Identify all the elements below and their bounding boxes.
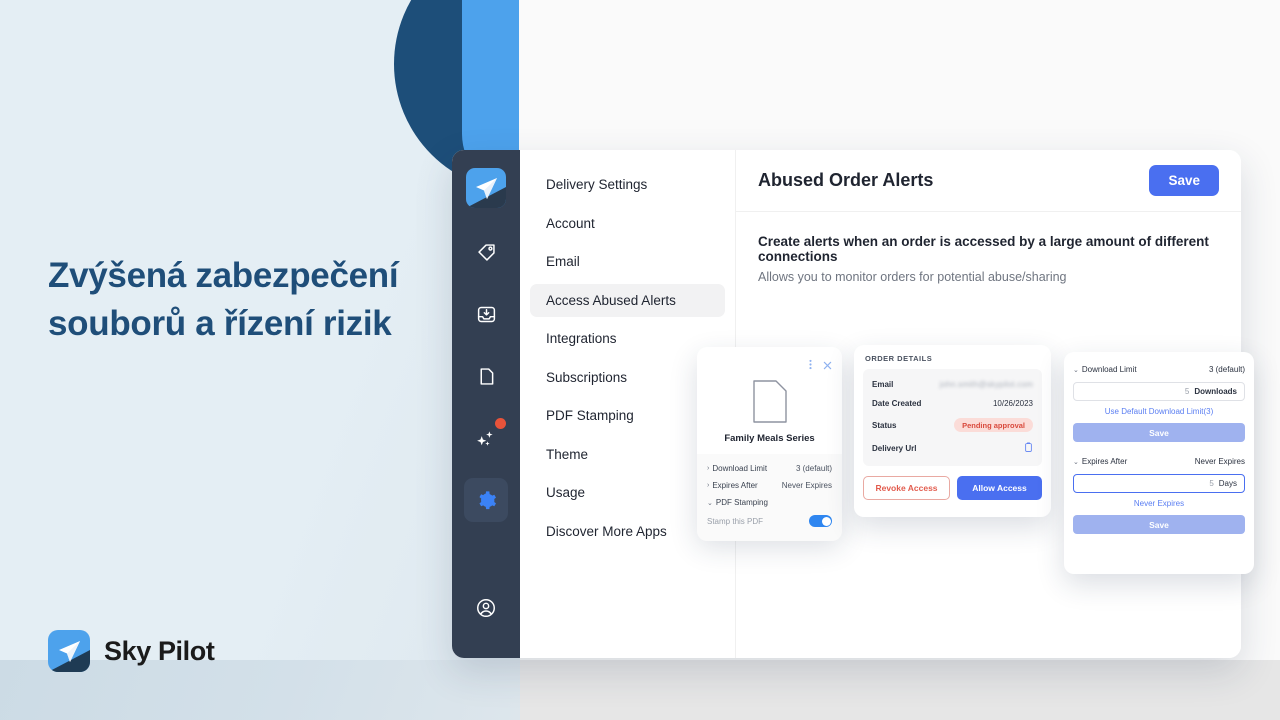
save-button[interactable]: Save <box>1149 165 1219 196</box>
file-row-expires-after-value: Never Expires <box>781 481 832 490</box>
download-limit-input-value: 5 <box>1184 387 1190 396</box>
sidebar-item-delivery-settings[interactable]: Delivery Settings <box>530 168 725 201</box>
allow-access-button[interactable]: Allow Access <box>957 476 1042 500</box>
sidebar-item-theme[interactable]: Theme <box>530 438 725 471</box>
order-row-email-value: john.smith@skypilot.com <box>939 380 1033 389</box>
download-limit-input[interactable]: 5 Downloads <box>1073 382 1245 401</box>
sidebar-item-document-icon[interactable] <box>464 354 508 398</box>
revoke-access-button[interactable]: Revoke Access <box>863 476 950 500</box>
limits-divider <box>1073 444 1245 452</box>
file-settings-rows: › Download Limit 3 (default) › Expires Aft… <box>697 454 842 541</box>
sky-pilot-logo-icon <box>48 630 90 672</box>
chevron-down-icon: ⌄ <box>1073 458 1079 466</box>
sidebar-item-discover-more-apps[interactable]: Discover More Apps <box>530 515 725 548</box>
download-limit-label: Download Limit <box>1081 365 1137 374</box>
main-title: Abused Order Alerts <box>758 170 934 190</box>
sidebar-item-sky-pilot-logo-icon[interactable] <box>466 168 506 208</box>
alerts-description-subtitle: Allows you to monitor orders for potenti… <box>758 270 1067 284</box>
download-limit-header[interactable]: ⌄ Download Limit 3 (default) <box>1073 362 1245 377</box>
order-row-date-created: Date Created 10/26/2023 <box>872 394 1033 413</box>
page-title: Zvýšená zabezpečení souborů a řízení riz… <box>48 256 399 343</box>
expires-after-section: ⌄ Expires After Never Expires 5 Days Nev… <box>1073 452 1245 536</box>
use-default-download-limit-link[interactable]: Use Default Download Limit(3) <box>1073 407 1245 416</box>
chevron-down-icon: ⌄ <box>1073 366 1079 374</box>
status-badge: Pending approval <box>954 418 1033 432</box>
stamp-this-pdf-label: Stamp this PDF <box>707 516 764 526</box>
sidebar-item-gear-icon[interactable] <box>464 478 508 522</box>
file-row-expires-after-label: Expires After <box>712 481 758 490</box>
limits-card: ⌄ Download Limit 3 (default) 5 Downloads… <box>1064 352 1254 574</box>
chevron-down-icon: ⌄ <box>707 499 713 507</box>
file-row-download-limit[interactable]: › Download Limit 3 (default) <box>707 460 832 477</box>
right-panel-bottom-strip <box>520 660 1280 720</box>
file-thumbnail <box>697 379 842 424</box>
file-row-expires-after[interactable]: › Expires After Never Expires <box>707 477 832 494</box>
sidebar-item-usage[interactable]: Usage <box>530 476 725 509</box>
order-details-rows: Email john.smith@skypilot.com Date Creat… <box>863 369 1042 466</box>
brand-name: Sky Pilot <box>104 635 215 666</box>
file-row-pdf-stamping-label: PDF Stamping <box>715 498 768 507</box>
expires-after-header[interactable]: ⌄ Expires After Never Expires <box>1073 454 1245 469</box>
order-row-email: Email john.smith@skypilot.com <box>872 375 1033 394</box>
download-limit-section: ⌄ Download Limit 3 (default) 5 Downloads… <box>1073 360 1245 444</box>
expires-after-current: Never Expires <box>1194 457 1245 466</box>
sidebar-item-integrations[interactable]: Integrations <box>530 322 725 355</box>
chevron-right-icon: › <box>707 465 710 472</box>
slide-canvas: Zvýšená zabezpečení souborů a řízení riz… <box>0 0 1280 720</box>
expires-after-input-unit: Days <box>1218 479 1237 488</box>
expires-after-label: Expires After <box>1081 457 1128 466</box>
never-expires-link[interactable]: Never Expires <box>1073 499 1245 508</box>
expires-after-input-value: 5 <box>1209 479 1214 488</box>
order-row-delivery-url-label: Delivery Url <box>872 444 917 453</box>
order-details-title: ORDER DETAILS <box>865 354 933 363</box>
chevron-right-icon: › <box>707 482 710 489</box>
file-row-stamp-this-pdf: Stamp this PDF <box>707 511 832 531</box>
sidebar-item-tag-icon[interactable] <box>464 230 508 274</box>
order-row-date-created-value: 10/26/2023 <box>992 399 1033 408</box>
file-settings-card: Family Meals Series › Download Limit 3 (d… <box>697 347 842 541</box>
main-header: Abused Order Alerts Save <box>736 150 1241 212</box>
file-name: Family Meals Series <box>724 433 815 444</box>
sidebar-item-pdf-stamping[interactable]: PDF Stamping <box>530 399 725 432</box>
expires-after-save-button[interactable]: Save <box>1073 515 1245 534</box>
order-row-status: Status Pending approval <box>872 413 1033 437</box>
file-card-toolbar <box>697 357 842 377</box>
download-limit-current: 3 (default) <box>1208 365 1245 374</box>
order-row-date-created-label: Date Created <box>872 399 922 408</box>
order-row-status-label: Status <box>872 420 897 430</box>
download-limit-input-unit: Downloads <box>1194 387 1237 396</box>
order-row-email-label: Email <box>872 380 894 389</box>
notification-badge <box>495 418 506 429</box>
stamp-this-pdf-toggle[interactable] <box>809 515 832 527</box>
main-body: Create alerts when an order is accessed … <box>736 212 1241 284</box>
kebab-menu-icon[interactable] <box>806 357 815 375</box>
app-sidebar <box>452 150 520 658</box>
sidebar-item-subscriptions[interactable]: Subscriptions <box>530 361 725 394</box>
order-details-card: ORDER DETAILS Email john.smith@skypilot.… <box>854 345 1051 517</box>
sidebar-item-account-circle-icon[interactable] <box>464 586 508 630</box>
file-row-pdf-stamping[interactable]: ⌄ PDF Stamping <box>707 494 832 511</box>
order-action-buttons: Revoke Access Allow Access <box>863 476 1042 500</box>
brand-logo: Sky Pilot <box>48 630 215 672</box>
sidebar-item-email[interactable]: Email <box>530 245 725 278</box>
sidebar-item-account[interactable]: Account <box>530 207 725 240</box>
file-row-download-limit-value: 3 (default) <box>795 464 832 473</box>
close-icon[interactable] <box>823 357 832 375</box>
download-limit-save-button[interactable]: Save <box>1073 423 1245 442</box>
expires-after-input[interactable]: 5 Days <box>1073 474 1245 493</box>
file-row-download-limit-label: Download Limit <box>712 464 768 473</box>
sidebar-item-sparkles-icon[interactable] <box>464 416 508 460</box>
alerts-description-title: Create alerts when an order is accessed … <box>758 234 1209 264</box>
order-row-delivery-url: Delivery Url <box>872 437 1033 460</box>
sidebar-item-access-abused-alerts[interactable]: Access Abused Alerts <box>530 283 725 317</box>
sidebar-item-inbox-download-icon[interactable] <box>464 292 508 336</box>
clipboard-copy-icon[interactable] <box>1024 442 1033 455</box>
